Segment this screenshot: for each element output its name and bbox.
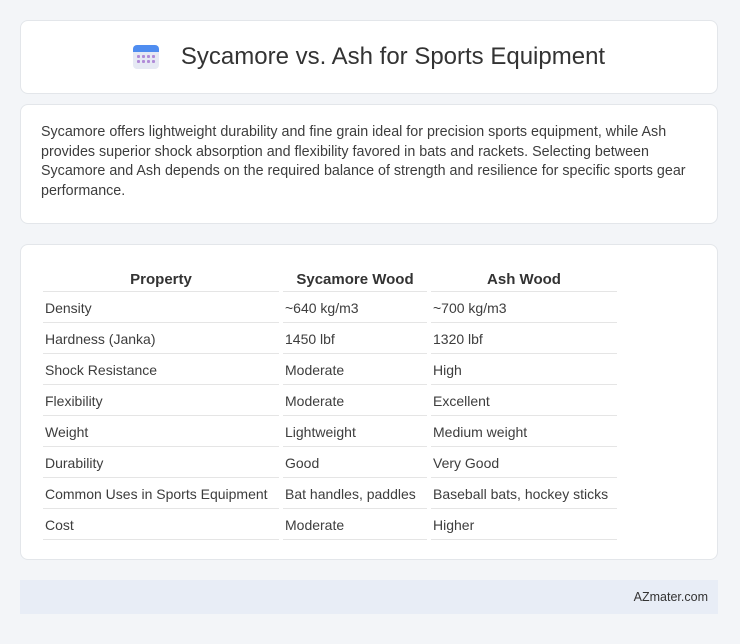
cell-sycamore: Moderate [283,387,427,416]
footer: AZmater.com [20,580,718,614]
cell-sycamore: 1450 lbf [283,325,427,354]
header-property: Property [43,267,279,292]
cell-sycamore: Moderate [283,356,427,385]
header-sycamore: Sycamore Wood [283,267,427,292]
cell-ash: Baseball bats, hockey sticks [431,480,617,509]
cell-property: Density [43,294,279,323]
table-row: Density ~640 kg/m3 ~700 kg/m3 [43,294,617,323]
cell-property: Hardness (Janka) [43,325,279,354]
calendar-icon [132,45,159,69]
table-row: Cost Moderate Higher [43,511,617,540]
cell-sycamore: Lightweight [283,418,427,447]
cell-ash: Medium weight [431,418,617,447]
table-row: Shock Resistance Moderate High [43,356,617,385]
cell-property: Durability [43,449,279,478]
header-ash: Ash Wood [431,267,617,292]
description-text: Sycamore offers lightweight durability a… [41,124,686,199]
cell-ash: High [431,356,617,385]
cell-property: Common Uses in Sports Equipment [43,480,279,509]
cell-sycamore: Moderate [283,511,427,540]
cell-ash: 1320 lbf [431,325,617,354]
table-row: Weight Lightweight Medium weight [43,418,617,447]
cell-ash: Higher [431,511,617,540]
page-title: Sycamore vs. Ash for Sports Equipment [180,43,606,70]
footer-site-link[interactable]: AZmater.com [634,590,708,604]
cell-ash: ~700 kg/m3 [431,294,617,323]
cell-sycamore: ~640 kg/m3 [283,294,427,323]
table-row: Flexibility Moderate Excellent [43,387,617,416]
comparison-table-card: Property Sycamore Wood Ash Wood Density … [20,244,718,560]
title-card: Sycamore vs. Ash for Sports Equipment [20,20,718,94]
cell-sycamore: Good [283,449,427,478]
table-row: Durability Good Very Good [43,449,617,478]
cell-ash: Excellent [431,387,617,416]
cell-property: Weight [43,418,279,447]
cell-sycamore: Bat handles, paddles [283,480,427,509]
cell-property: Cost [43,511,279,540]
table-header-row: Property Sycamore Wood Ash Wood [43,267,617,292]
comparison-table: Property Sycamore Wood Ash Wood Density … [39,265,621,542]
cell-property: Flexibility [43,387,279,416]
table-row: Common Uses in Sports Equipment Bat hand… [43,480,617,509]
table-row: Hardness (Janka) 1450 lbf 1320 lbf [43,325,617,354]
description-card: Sycamore offers lightweight durability a… [20,104,718,224]
cell-property: Shock Resistance [43,356,279,385]
cell-ash: Very Good [431,449,617,478]
